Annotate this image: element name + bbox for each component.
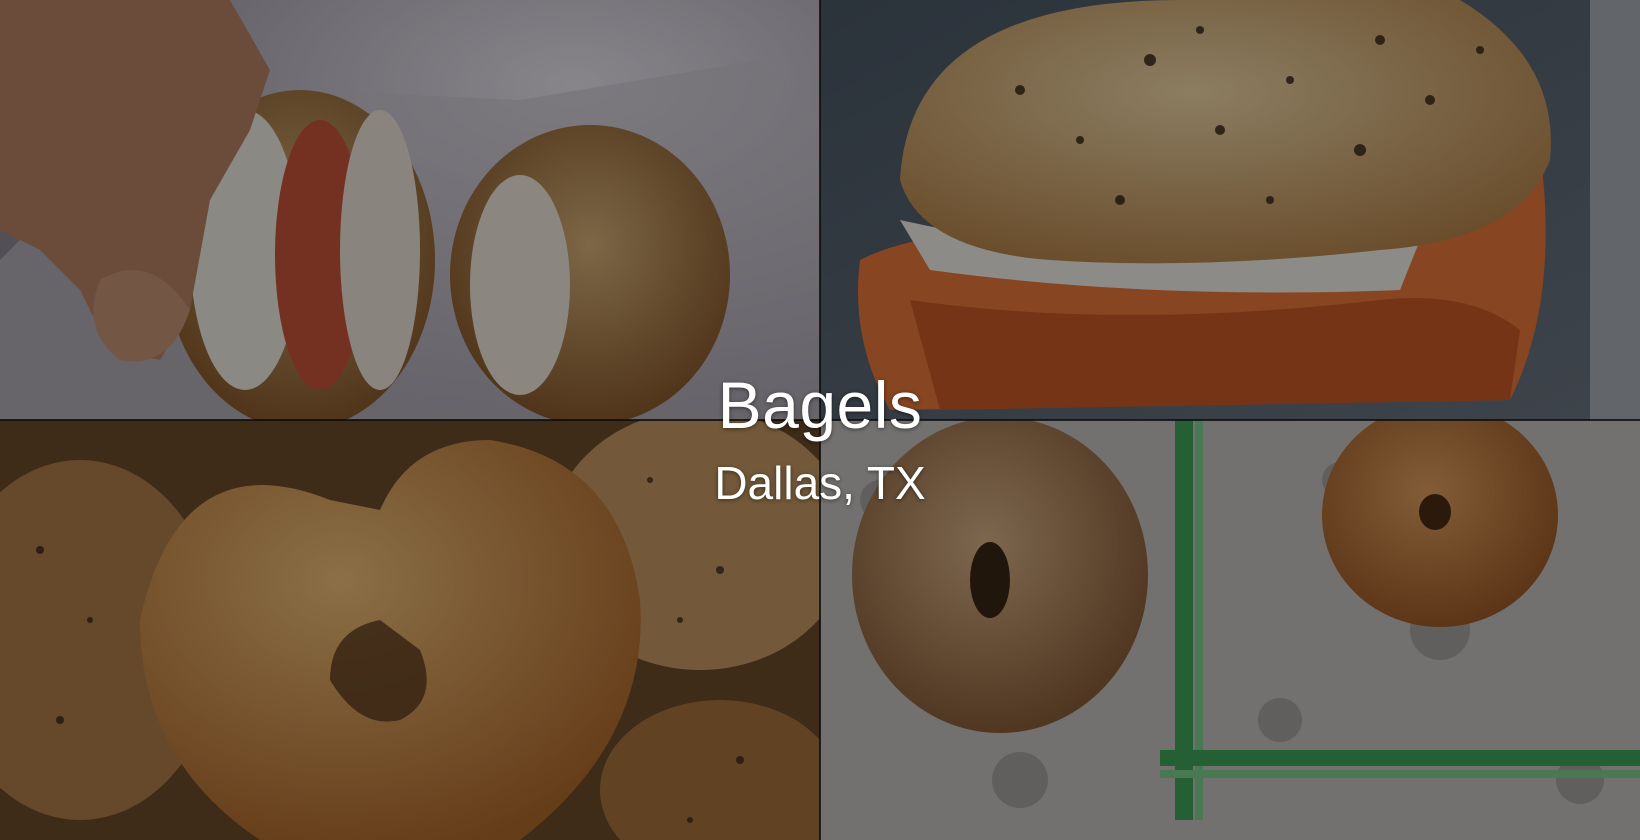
location-subtitle: Dallas, TX — [714, 457, 926, 509]
page-title: Bagels — [717, 368, 923, 442]
hero-caption: Bagels Dallas, TX — [0, 365, 1640, 511]
hero-banner: Bagels Dallas, TX — [0, 0, 1640, 840]
